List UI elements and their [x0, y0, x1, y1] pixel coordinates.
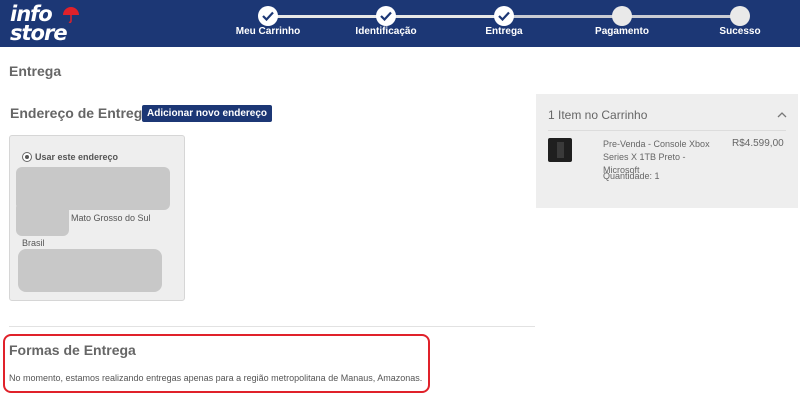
page-title: Entrega — [9, 63, 62, 79]
cart-divider — [548, 130, 786, 131]
redacted-address-block — [18, 249, 162, 292]
step-connector — [268, 15, 386, 18]
section-divider — [9, 326, 535, 327]
product-quantity: Quantidade: 1 — [603, 171, 660, 181]
product-price: R$4.599,00 — [732, 138, 784, 149]
cart-summary-panel: 1 Item no Carrinho Pre-Venda - Console X… — [536, 94, 798, 208]
product-thumbnail — [548, 138, 572, 162]
step-dot-identificacao — [376, 6, 396, 26]
add-address-button[interactable]: Adicionar novo endereço — [142, 105, 273, 122]
checkmark-icon — [498, 11, 510, 21]
header-bar: info store Meu Carrinho Identificação En… — [0, 0, 800, 47]
shipping-message: No momento, estamos realizando entregas … — [9, 373, 423, 383]
chevron-up-icon[interactable] — [776, 109, 788, 121]
console-shape — [557, 142, 564, 158]
step-connector — [622, 15, 740, 18]
cart-title[interactable]: 1 Item no Carrinho — [548, 108, 647, 122]
address-heading: Endereço de Entrega — [10, 105, 151, 121]
step-label-pagamento: Pagamento — [595, 26, 649, 37]
step-dot-pagamento — [612, 6, 632, 26]
checkout-steps: Meu Carrinho Identificação Entrega Pagam… — [0, 0, 800, 47]
address-radio[interactable] — [22, 152, 32, 162]
step-label-sucesso: Sucesso — [719, 26, 761, 37]
step-label-identificacao[interactable]: Identificação — [355, 26, 416, 37]
address-state: Mato Grosso do Sul — [71, 213, 151, 223]
address-card[interactable]: Usar este endereço Mato Grosso do Sul Br… — [9, 135, 185, 301]
address-country: Brasil — [22, 238, 45, 248]
use-address-label[interactable]: Usar este endereço — [35, 152, 118, 162]
step-dot-sucesso — [730, 6, 750, 26]
redacted-address-block — [16, 202, 69, 236]
checkmark-icon — [262, 11, 274, 21]
step-dot-entrega — [494, 6, 514, 26]
step-label-entrega: Entrega — [485, 26, 523, 37]
step-connector — [504, 15, 622, 18]
checkmark-icon — [380, 11, 392, 21]
step-label-meu-carrinho[interactable]: Meu Carrinho — [236, 26, 300, 37]
step-connector — [386, 15, 504, 18]
step-dot-meu-carrinho — [258, 6, 278, 26]
shipping-heading: Formas de Entrega — [9, 342, 136, 358]
